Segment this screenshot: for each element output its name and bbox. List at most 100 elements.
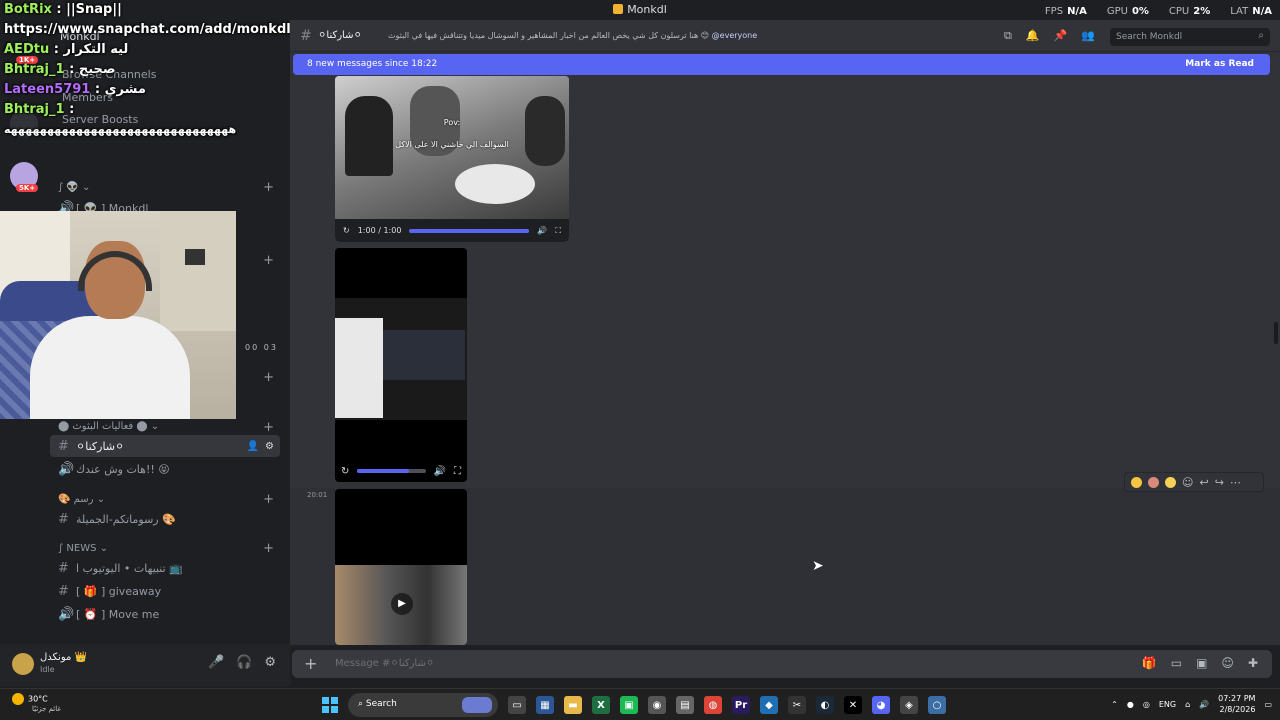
add-reaction-icon[interactable]: ☺ [1182, 476, 1193, 489]
fullscreen-icon[interactable]: ⛶ [454, 466, 461, 477]
emoji-icon[interactable]: ☺ [1221, 656, 1234, 670]
task-view-icon[interactable]: ▭ [508, 696, 526, 714]
category-news[interactable]: ∫ NEWS ⌄ [58, 543, 108, 554]
notification-icon[interactable]: ▭ [1264, 700, 1272, 709]
discord-window: Monkdl FPS N/A GPU 0% CPU 2% LAT N/A Monkdl … [0, 0, 1280, 720]
weather-widget[interactable]: 30°C غائم جزئيًا [12, 693, 61, 713]
video-caption: Pov: [443, 118, 461, 127]
chat-line: Lateen5791 : مشري [4, 82, 146, 97]
gear-icon[interactable]: ⚙ [264, 655, 276, 670]
widgets-icon[interactable]: ▦ [536, 696, 554, 714]
chrome-icon[interactable]: ◍ [704, 696, 722, 714]
threads-icon[interactable]: ⧉ [1004, 29, 1012, 43]
volume-icon[interactable]: 🔊 [537, 226, 547, 235]
add-channel-icon[interactable]: + [263, 253, 274, 268]
message-composer[interactable]: + Message #⚪شاركنا⚪ 🎁 ▭ ▣ ☺ ✚ [292, 650, 1272, 678]
bell-icon[interactable]: 🔔 [1026, 29, 1040, 43]
reaction-emoji-icon[interactable] [1148, 476, 1159, 488]
chat-line: BotRix : ||Snap|| [4, 2, 122, 17]
volume-icon[interactable]: 🔊 [434, 466, 446, 477]
search-input[interactable]: Search Monkdl ⌕ [1110, 28, 1270, 46]
attach-plus-icon[interactable]: + [304, 654, 317, 673]
notification-badge: 5K+ [16, 184, 39, 192]
capcut-icon[interactable]: ✕ [844, 696, 862, 714]
video-attachment[interactable]: ↻ 🔊 ⛶ [335, 248, 467, 482]
app-icon[interactable]: ▣ [620, 696, 638, 714]
replay-icon[interactable]: ↻ [341, 466, 349, 477]
discord-icon[interactable]: ◕ [872, 696, 890, 714]
app-icon[interactable]: ✂ [788, 696, 806, 714]
video-caption: السوالف الي خاشني الا على الاكل [395, 140, 509, 149]
chat-line: هههههههههههههههههههههههههههههههه [4, 123, 237, 136]
avatar[interactable] [12, 653, 34, 675]
video-progress[interactable] [409, 228, 530, 233]
gif-icon[interactable]: ▭ [1171, 656, 1182, 670]
fullscreen-icon[interactable]: ⛶ [555, 226, 561, 236]
reply-icon[interactable]: ↩ [1199, 476, 1208, 489]
reaction-emoji-icon[interactable] [1131, 476, 1142, 488]
video-time: 1:00 / 1:00 [357, 226, 402, 235]
mark-as-read-button[interactable]: Mark as Read [1185, 59, 1254, 69]
file-explorer-icon[interactable]: ▬ [564, 696, 582, 714]
channel-topic[interactable]: هنا ترسلون كل شي يخص العالم من اخبار الم… [388, 31, 757, 40]
premiere-icon[interactable]: Pr [732, 696, 750, 714]
windows-taskbar: 30°C غائم جزئيًا ⌕ Search ▭ ▦ ▬ X ▣ ◉ ▤ ◍… [0, 688, 1280, 720]
clock[interactable]: 07:27 PM 2/8/2026 [1218, 693, 1255, 715]
add-channel-icon[interactable]: + [263, 492, 274, 507]
channel-share[interactable]: # ⚪شاركنا⚪ 👤 ⚙ [50, 435, 280, 457]
channel-youtube-alerts[interactable]: # تنبيهات • اليوتيوب ا 📺 [50, 557, 280, 579]
channel-drawings[interactable]: # رسوماتكم-الجميلة 🎨 [50, 508, 280, 530]
forward-icon[interactable]: ↪ [1215, 476, 1224, 489]
app-icon[interactable]: ◈ [900, 696, 918, 714]
hash-icon: # [58, 438, 69, 454]
tray-icon[interactable]: ● [1127, 700, 1134, 709]
app-icon[interactable]: ▤ [676, 696, 694, 714]
add-channel-icon[interactable]: + [263, 541, 274, 556]
category-aliens[interactable]: ∫ 👽 ⌄ [58, 182, 90, 193]
message-input[interactable]: Message #⚪شاركنا⚪ [335, 658, 434, 669]
headset-icon[interactable]: 🎧 [236, 655, 252, 670]
tray-icon[interactable]: ◎ [1143, 700, 1150, 709]
add-channel-icon[interactable]: + [263, 370, 274, 385]
steam-icon[interactable]: ◐ [816, 696, 834, 714]
obs-icon[interactable]: ◉ [648, 696, 666, 714]
channel-move-me[interactable]: 🔊[ ⏰ ] Move me [50, 603, 280, 625]
new-messages-bar[interactable]: 8 new messages since 18:22 Mark as Read [293, 54, 1270, 75]
add-channel-icon[interactable]: + [263, 180, 274, 195]
video-attachment[interactable]: ▶ [335, 489, 467, 645]
taskbar-search[interactable]: ⌕ Search [348, 693, 498, 717]
more-icon[interactable]: ⋯ [1230, 476, 1241, 489]
chevron-up-icon[interactable]: ⌃ [1111, 700, 1118, 709]
apps-icon[interactable]: ✚ [1248, 656, 1258, 670]
channel-giveaway[interactable]: #[ 🎁 ] giveaway [50, 580, 280, 602]
windows-start-icon[interactable] [322, 697, 338, 713]
video-attachment[interactable]: Pov: السوالف الي خاشني الا على الاكل ↻ 1… [335, 76, 569, 242]
reaction-emoji-icon[interactable] [1165, 476, 1176, 488]
volume-slider[interactable] [357, 469, 426, 473]
replay-icon[interactable]: ↻ [343, 226, 350, 235]
volume-icon[interactable]: 🔊 [1199, 700, 1209, 709]
stream-timer: 00 03 [245, 343, 278, 352]
play-icon[interactable]: ▶ [391, 593, 413, 615]
excel-icon[interactable]: X [592, 696, 610, 714]
channel-chat[interactable]: 🔊 هات وش عندك!! 😝 [50, 458, 280, 480]
invite-icon[interactable]: 👤 [247, 441, 259, 452]
app-icon [613, 4, 624, 14]
scrollbar[interactable] [1274, 322, 1278, 344]
app-title: Monkdl [627, 3, 667, 16]
microphone-icon[interactable]: 🎤 [208, 655, 224, 670]
language-indicator[interactable]: ENG [1159, 700, 1176, 709]
hash-icon: # [300, 28, 312, 44]
gift-icon[interactable]: 🎁 [1142, 656, 1157, 670]
wifi-icon[interactable]: ⌂ [1185, 700, 1190, 709]
category-art[interactable]: 🎨 رسم ⌄ [58, 494, 105, 505]
sticker-icon[interactable]: ▣ [1196, 656, 1207, 670]
members-icon[interactable]: 👥 [1081, 29, 1095, 43]
gear-icon[interactable]: ⚙ [265, 441, 274, 452]
category-events[interactable]: ⬤ فعاليات البثوث ⬤ ⌄ [58, 421, 159, 432]
video-controls: ↻ 🔊 ⛶ [335, 460, 467, 482]
app-icon[interactable]: ○ [928, 696, 946, 714]
add-channel-icon[interactable]: + [263, 420, 274, 435]
pin-icon[interactable]: 📌 [1054, 29, 1068, 43]
app-icon[interactable]: ◆ [760, 696, 778, 714]
